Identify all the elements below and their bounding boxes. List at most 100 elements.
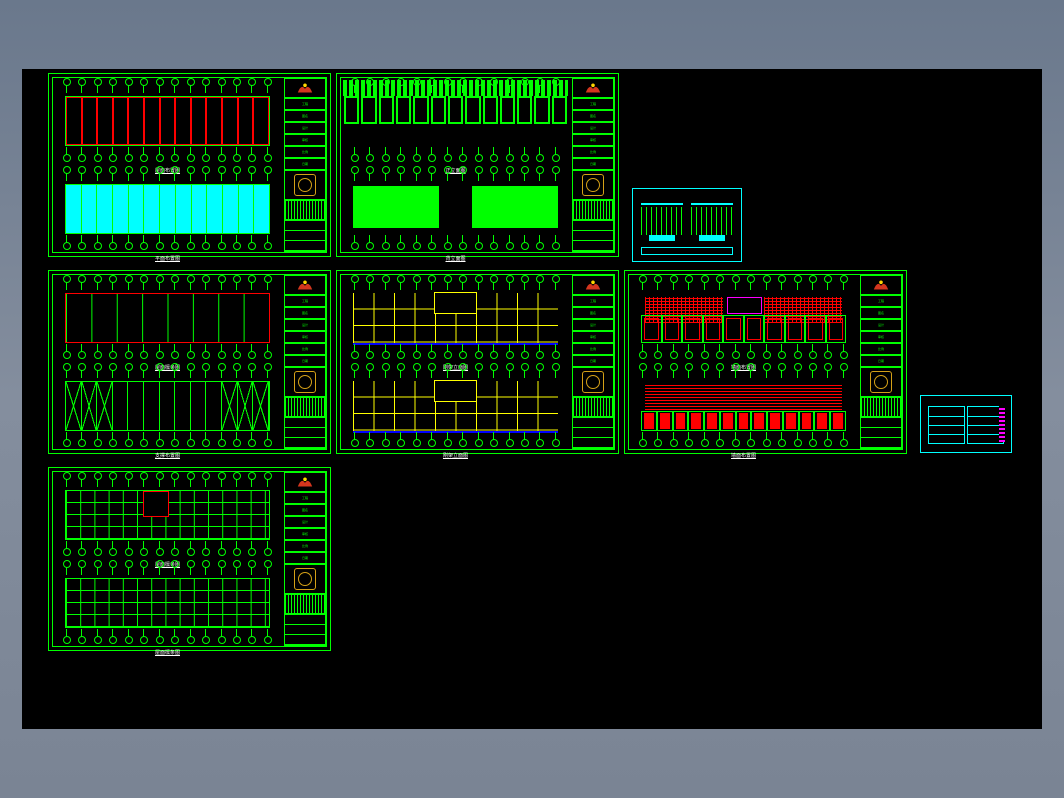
grid-bubble [187,351,195,359]
view-label: 屋面檩条图 [155,649,180,656]
grid-bubble [444,242,452,250]
grid-bubble [109,242,117,250]
bay [207,185,223,233]
title-cell: 工程 [284,492,326,504]
bay [413,96,428,124]
grid-bubble [382,351,390,359]
view-top: 屋面檩条图 [55,474,280,556]
title-cell: 比例 [860,343,902,355]
grid-bubble [506,275,514,283]
grid-bubble [459,242,467,250]
sheet-s2[interactable]: 正立面图 背立面图 工程图名设计审核比例日期 [336,73,619,257]
grid-bubble [63,363,71,371]
grid-bubble [248,363,256,371]
bay [144,97,160,145]
grid-bubble [248,472,256,480]
grid-bubble [233,166,241,174]
cad-canvas[interactable]: 屋面布置图 平面布置图 工程图名设计审核比例日期 [22,69,1042,729]
grid-bubble [809,351,817,359]
plan-body [65,96,270,146]
grid-bubble [397,275,405,283]
sheet-s5[interactable]: 墙面布置图 墙面布置图 工程图名设计审核比例日期 [624,270,907,454]
grid-bubble [233,439,241,447]
grid-bubble [264,560,272,568]
barcode [284,200,326,220]
grid-bubble [397,351,405,359]
grid-bubble [552,351,560,359]
grid-bubble [747,275,755,283]
grid-bubble [140,636,148,644]
grid-bubble [521,363,529,371]
bay [82,382,98,430]
drawing-area: 屋面布置图 平面布置图 [55,80,280,250]
view-bot: 墙面布置图 [631,365,856,447]
grid-bubble [109,154,117,162]
detail-d1[interactable] [632,188,742,262]
title-cell: 设计 [284,319,326,331]
grid-bubble [778,363,786,371]
grid-bubble [248,548,256,556]
grid-bubble [382,154,390,162]
grid-bubble [506,363,514,371]
detail-d2[interactable] [920,395,1012,453]
x-bracing [66,382,269,430]
sheet-s1[interactable]: 屋面布置图 平面布置图 工程图名设计审核比例日期 [48,73,331,257]
grid-bubble [639,275,647,283]
cell [785,315,806,342]
view-bot: 屋面檩条图 [55,562,280,644]
grid-bubble [475,363,483,371]
grid-bubble [109,560,117,568]
grid-bubble [202,242,210,250]
grid-bubble [824,439,832,447]
grid-bubble [701,363,709,371]
grid-bubble [125,78,133,86]
wall-panels [641,293,846,343]
grid-bubble [366,154,374,162]
grid-bubble [125,636,133,644]
title-cell: 比例 [284,540,326,552]
title-block: 工程图名设计审核比例日期 [572,78,614,252]
grid-bubble [670,439,678,447]
grid-bubble [248,560,256,568]
grid-bubble [716,363,724,371]
bay [175,97,191,145]
grid-bubble [156,548,164,556]
grid-bubble [490,166,498,174]
grid-bubble [187,166,195,174]
view-top: 刚架立面图 [343,277,568,359]
bay [223,185,239,233]
detail-left [641,203,683,241]
bay [128,382,144,430]
bay [128,97,144,145]
view-top: 屋面布置图 [55,80,280,162]
bay [160,97,176,145]
grid-bubble [639,363,647,371]
sheet-s6[interactable]: 屋面檩条图 屋面檩条图 工程图名设计审核比例日期 [48,467,331,651]
grid-bubble [218,439,226,447]
sheet-s4[interactable]: 刚架立面图 刚架立面图 工程图名设计审核比例日期 [336,270,619,454]
title-cell: 图名 [284,110,326,122]
grid-bubble [156,166,164,174]
bay [82,185,98,233]
grid-bubble [536,154,544,162]
grid-bubble [202,439,210,447]
grid-bubble [506,351,514,359]
bay [206,382,222,430]
grid-bubble [78,472,86,480]
title-cell: 图名 [572,307,614,319]
grid-bubble [140,275,148,283]
grid-bubble [248,154,256,162]
sheet-s3[interactable]: 屋面檩条图 支撑布置图 工程图名设计审核比例日期 [48,270,331,454]
grid-bubble [716,275,724,283]
grid-bubble [444,166,452,174]
bays [66,185,269,233]
main-door [439,186,472,228]
grid-bubble [490,154,498,162]
grid-bubble [536,166,544,174]
grid-bubble [428,275,436,283]
grid-bubble [109,275,117,283]
grid-bubble [187,154,195,162]
stamp [284,170,326,200]
grid-bubble [824,351,832,359]
view-bot: 背立面图 [343,168,568,250]
